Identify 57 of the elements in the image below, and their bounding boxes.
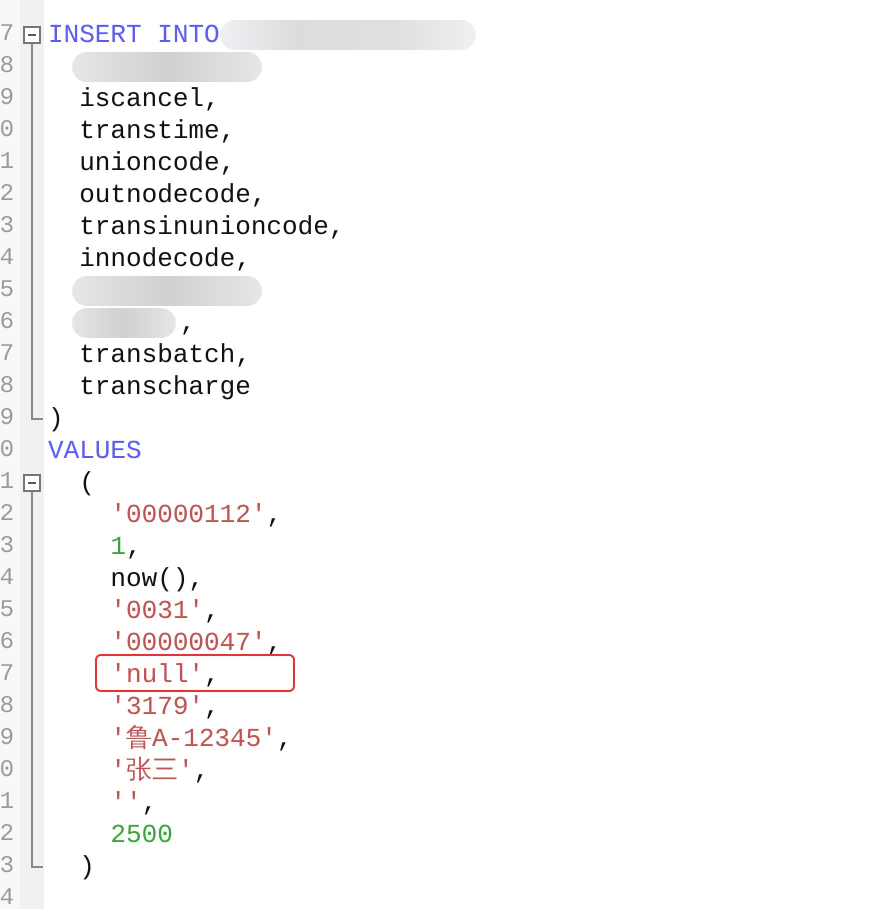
code-line: transtime, bbox=[78, 115, 236, 147]
line-number: 7 bbox=[0, 20, 14, 50]
line-number: 3 bbox=[0, 532, 14, 562]
line-number: 0 bbox=[0, 756, 14, 786]
code-line: '00000047', bbox=[109, 627, 282, 659]
line-number: 5 bbox=[0, 276, 14, 306]
code-line: 1, bbox=[109, 531, 142, 563]
code-line: ) bbox=[48, 403, 64, 435]
code-line: ) bbox=[78, 851, 95, 883]
line-number: 7 bbox=[0, 340, 14, 370]
code-line: unioncode, bbox=[78, 147, 236, 179]
code-line: innodecode, bbox=[78, 243, 251, 275]
code-line: , bbox=[180, 307, 196, 339]
line-number: 8 bbox=[0, 52, 14, 82]
line-number: 2 bbox=[0, 820, 14, 850]
code-line: '鲁A-12345', bbox=[109, 723, 292, 755]
code-line: '', bbox=[109, 787, 158, 819]
line-number: 4 bbox=[0, 884, 14, 909]
line-number: 9 bbox=[0, 724, 14, 754]
code-line: 'null', bbox=[109, 659, 220, 691]
line-number: 1 bbox=[0, 148, 14, 178]
line-number: 2 bbox=[0, 500, 14, 530]
line-number: 0 bbox=[0, 436, 14, 466]
fold-end-line bbox=[31, 851, 43, 868]
code-line: now(), bbox=[109, 563, 204, 595]
line-number: 4 bbox=[0, 244, 14, 274]
collapse-icon[interactable] bbox=[23, 26, 41, 44]
code-line: outnodecode, bbox=[78, 179, 266, 211]
code-line: '0031', bbox=[109, 595, 220, 627]
line-number: 5 bbox=[0, 596, 14, 626]
line-number: 3 bbox=[0, 852, 14, 882]
line-number: 3 bbox=[0, 212, 14, 242]
line-number: 1 bbox=[0, 788, 14, 818]
line-number: 9 bbox=[0, 84, 14, 114]
collapse-icon[interactable] bbox=[23, 474, 41, 492]
code-line: transinunioncode, bbox=[78, 211, 344, 243]
code-line: '00000112', bbox=[109, 499, 282, 531]
code-line: transbatch, bbox=[78, 339, 251, 371]
line-number: 6 bbox=[0, 628, 14, 658]
code-line: '3179', bbox=[109, 691, 220, 723]
code-line: VALUES bbox=[48, 435, 142, 467]
code-line: '张三', bbox=[109, 755, 210, 787]
line-number: 1 bbox=[0, 468, 14, 498]
code-line: INSERT INTO bbox=[48, 19, 220, 51]
line-number: 6 bbox=[0, 308, 14, 338]
line-number: 7 bbox=[0, 660, 14, 690]
line-number: 2 bbox=[0, 180, 14, 210]
code-line: 2500 bbox=[109, 819, 173, 851]
code-line: ( bbox=[78, 467, 95, 499]
code-line: transcharge bbox=[78, 371, 251, 403]
code-line: iscancel, bbox=[78, 83, 220, 115]
line-number: 8 bbox=[0, 692, 14, 722]
line-number: 0 bbox=[0, 116, 14, 146]
line-number: 8 bbox=[0, 372, 14, 402]
line-number: 4 bbox=[0, 564, 14, 594]
fold-end-line bbox=[31, 403, 43, 420]
line-number: 9 bbox=[0, 404, 14, 434]
